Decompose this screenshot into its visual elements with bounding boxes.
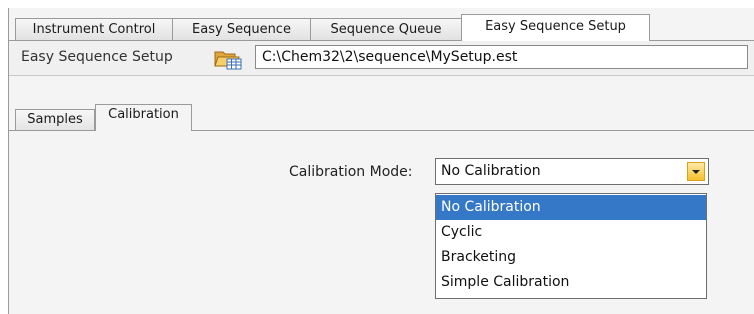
calibration-mode-value: No Calibration xyxy=(441,163,541,179)
inner-tab-strip: Samples Calibration xyxy=(9,100,754,131)
option-no-calibration[interactable]: No Calibration xyxy=(436,195,706,220)
option-bracketing[interactable]: Bracketing xyxy=(436,245,706,270)
calibration-mode-label: Calibration Mode: xyxy=(289,164,413,180)
tab-instrument-control[interactable]: Instrument Control xyxy=(15,18,173,40)
tab-easy-sequence-setup[interactable]: Easy Sequence Setup xyxy=(461,14,650,41)
calibration-mode-dropdown: No Calibration Cyclic Bracketing Simple … xyxy=(435,193,707,299)
top-tab-strip: Instrument Control Easy Sequence Sequenc… xyxy=(9,12,754,41)
path-bar: Easy Sequence Setup C:\Chem32\2\sequence… xyxy=(9,41,754,76)
folder-open-icon[interactable] xyxy=(213,46,243,70)
calibration-mode-select[interactable]: No Calibration xyxy=(435,158,709,185)
sequence-path-field[interactable]: C:\Chem32\2\sequence\MySetup.est xyxy=(255,45,748,69)
app-frame: Instrument Control Easy Sequence Sequenc… xyxy=(8,8,754,314)
tab-samples[interactable]: Samples xyxy=(15,109,95,130)
tab-sequence-queue[interactable]: Sequence Queue xyxy=(310,18,462,40)
tab-calibration[interactable]: Calibration xyxy=(95,104,192,131)
tab-easy-sequence[interactable]: Easy Sequence xyxy=(172,18,311,40)
option-cyclic[interactable]: Cyclic xyxy=(436,220,706,245)
chevron-down-icon[interactable] xyxy=(687,162,705,181)
path-bar-label: Easy Sequence Setup xyxy=(21,49,173,65)
option-simple-calibration[interactable]: Simple Calibration xyxy=(436,270,706,295)
